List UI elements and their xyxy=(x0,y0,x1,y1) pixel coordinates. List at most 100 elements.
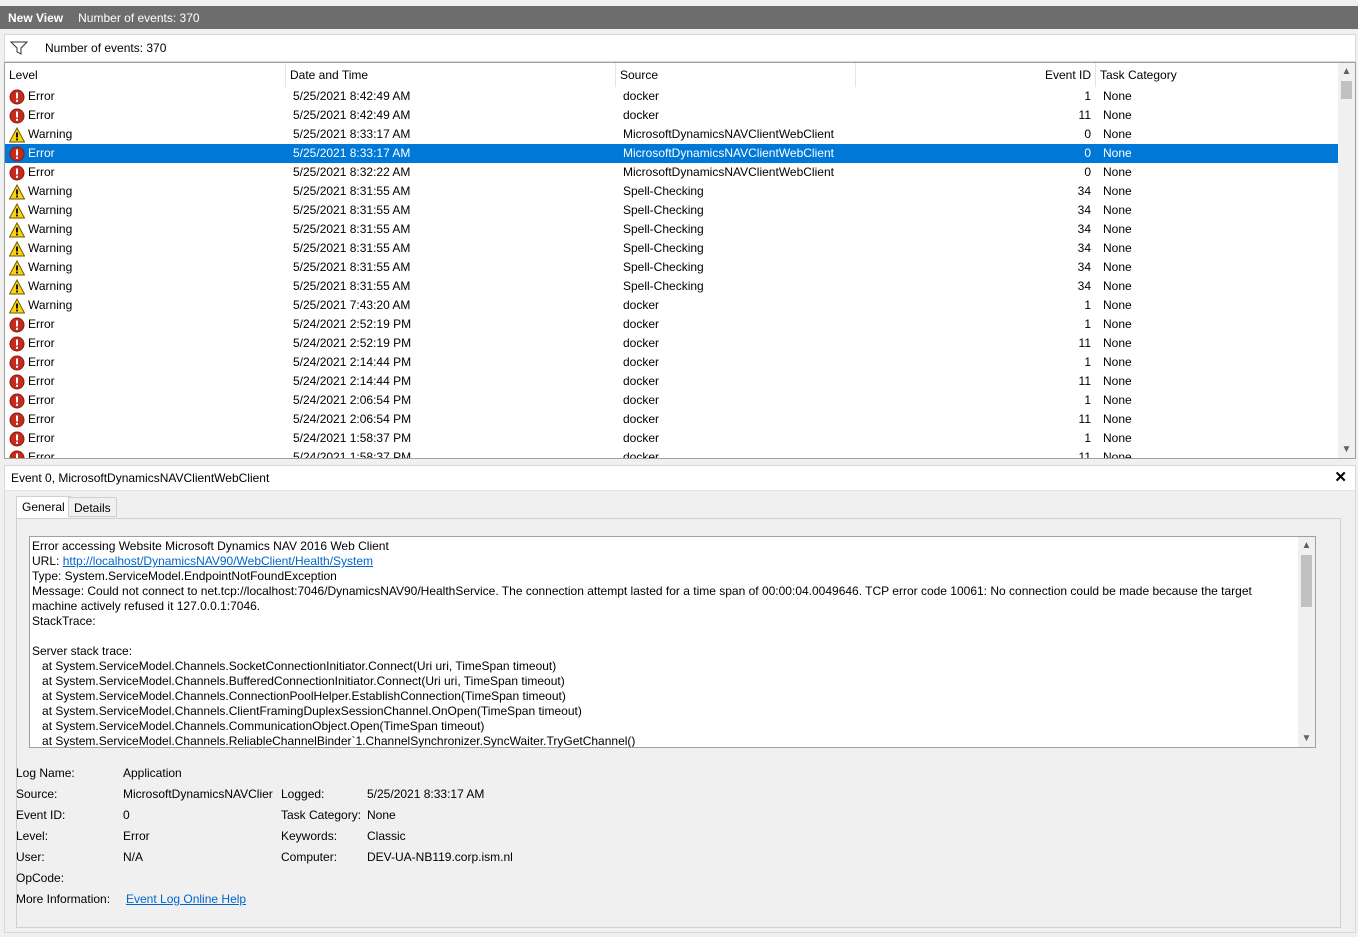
cell-level: Warning xyxy=(9,125,279,144)
cell-date: 5/24/2021 2:06:54 PM xyxy=(293,393,412,407)
cell-source: Spell-Checking xyxy=(623,222,704,236)
cell-level: Error xyxy=(9,163,279,182)
cell-event-id: 1 xyxy=(1084,355,1091,369)
cell-task-category: None xyxy=(1103,241,1132,255)
warning-icon xyxy=(9,202,25,218)
warning-icon xyxy=(9,240,25,256)
cell-event-id: 11 xyxy=(1078,450,1091,459)
scroll-thumb[interactable] xyxy=(1301,555,1312,607)
cell-event-id: 11 xyxy=(1078,108,1091,122)
cell-task-category: None xyxy=(1103,146,1132,160)
table-row[interactable]: Warning 5/25/2021 8:33:17 AM MicrosoftDyna… xyxy=(5,125,1338,144)
events-grid[interactable]: Level Date and Time Source Event ID Task… xyxy=(4,62,1356,459)
table-row[interactable]: Warning 5/25/2021 7:43:20 AM docker 1 None xyxy=(5,296,1338,315)
cell-level-text: Warning xyxy=(28,279,73,293)
filter-icon[interactable] xyxy=(10,41,28,55)
scroll-thumb[interactable] xyxy=(1341,81,1352,99)
cell-event-id: 11 xyxy=(1078,374,1091,388)
table-row[interactable]: Error 5/24/2021 2:06:54 PM docker 11 None xyxy=(5,410,1338,429)
trace-line: at System.ServiceModel.Channels.Buffered… xyxy=(32,674,565,688)
cell-source: MicrosoftDynamicsNAVClientWebClient xyxy=(623,165,834,179)
task-category-value: None xyxy=(367,808,396,822)
error-icon xyxy=(9,146,25,161)
column-header-source[interactable]: Source xyxy=(616,63,856,87)
table-row[interactable]: Error 5/25/2021 8:33:17 AM MicrosoftDynami… xyxy=(5,144,1338,163)
cell-date: 5/25/2021 8:31:55 AM xyxy=(293,222,411,236)
table-row[interactable]: Warning 5/25/2021 8:31:55 AM Spell-Checkin… xyxy=(5,182,1338,201)
scroll-down-icon[interactable]: ▼ xyxy=(1298,730,1315,747)
close-icon[interactable]: ✕ xyxy=(1334,468,1347,486)
column-header-task-category[interactable]: Task Category xyxy=(1096,63,1340,87)
cell-level-text: Error xyxy=(28,374,55,388)
cell-level: Error xyxy=(9,410,279,429)
column-header-task-category-label: Task Category xyxy=(1100,68,1177,82)
cell-date: 5/25/2021 8:31:55 AM xyxy=(293,279,411,293)
cell-task-category: None xyxy=(1103,108,1132,122)
cell-level-text: Error xyxy=(28,355,55,369)
cell-event-id: 0 xyxy=(1084,146,1091,160)
table-row[interactable]: Warning 5/25/2021 8:31:55 AM Spell-Checkin… xyxy=(5,220,1338,239)
cell-event-id: 11 xyxy=(1078,336,1091,350)
cell-source: docker xyxy=(623,355,660,369)
event-message-box[interactable]: Error accessing Website Microsoft Dynami… xyxy=(29,536,1316,748)
table-row[interactable]: Error 5/25/2021 8:42:49 AM docker 1 None xyxy=(5,87,1338,106)
table-row[interactable]: Error 5/24/2021 2:52:19 PM docker 11 None xyxy=(5,334,1338,353)
tab-general[interactable]: General xyxy=(16,496,71,518)
event-log-online-help-text[interactable]: Event Log Online Help xyxy=(126,892,246,906)
cell-date: 5/25/2021 8:32:22 AM xyxy=(293,165,411,179)
message-scrollbar[interactable]: ▲ ▼ xyxy=(1298,537,1315,747)
message-url-line: URL: http://localhost/DynamicsNAV90/WebC… xyxy=(32,554,1297,569)
table-row[interactable]: Error 5/24/2021 2:52:19 PM docker 1 None xyxy=(5,315,1338,334)
source-value: MicrosoftDynamicsNAVClier xyxy=(123,787,273,801)
cell-source: docker xyxy=(623,89,660,103)
grid-scrollbar[interactable]: ▲ ▼ xyxy=(1338,63,1355,458)
url-link[interactable]: http://localhost/DynamicsNAV90/WebClient… xyxy=(63,554,373,568)
scroll-up-icon[interactable]: ▲ xyxy=(1298,537,1315,554)
scroll-up-icon[interactable]: ▲ xyxy=(1338,63,1355,80)
event-log-online-help-link[interactable]: Event Log Online Help xyxy=(126,892,246,906)
table-row[interactable]: Error 5/24/2021 2:06:54 PM docker 1 None xyxy=(5,391,1338,410)
column-header-date[interactable]: Date and Time xyxy=(286,63,616,87)
table-row[interactable]: Warning 5/25/2021 8:31:55 AM Spell-Checkin… xyxy=(5,277,1338,296)
table-row[interactable]: Error 5/24/2021 1:58:37 PM docker 1 None xyxy=(5,429,1338,448)
cell-date: 5/24/2021 2:52:19 PM xyxy=(293,317,412,331)
column-header-event-id[interactable]: Event ID xyxy=(856,63,1096,87)
message-server-trace-label: Server stack trace: xyxy=(32,644,133,658)
event-message-text: Error accessing Website Microsoft Dynami… xyxy=(32,539,1297,747)
column-header-level[interactable]: Level xyxy=(5,63,286,87)
cell-level-text: Warning xyxy=(28,298,73,312)
error-icon xyxy=(9,393,25,408)
cell-task-category: None xyxy=(1103,431,1132,445)
computer-value: DEV-UA-NB119.corp.ism.nl xyxy=(367,850,513,864)
cell-event-id: 34 xyxy=(1077,241,1091,255)
table-row[interactable]: Warning 5/25/2021 8:31:55 AM Spell-Checkin… xyxy=(5,201,1338,220)
cell-level-text: Error xyxy=(28,89,55,103)
cell-task-category: None xyxy=(1103,279,1132,293)
cell-task-category: None xyxy=(1103,165,1132,179)
cell-level: Warning xyxy=(9,296,279,315)
table-row[interactable]: Error 5/25/2021 8:32:22 AM MicrosoftDynami… xyxy=(5,163,1338,182)
table-row[interactable]: Error 5/24/2021 2:14:44 PM docker 11 None xyxy=(5,372,1338,391)
cell-level: Error xyxy=(9,144,279,163)
cell-level-text: Error xyxy=(28,108,55,122)
warning-icon xyxy=(9,183,25,199)
table-row[interactable]: Error 5/25/2021 8:42:49 AM docker 11 None xyxy=(5,106,1338,125)
cell-date: 5/25/2021 8:33:17 AM xyxy=(293,146,411,160)
table-row[interactable]: Warning 5/25/2021 8:31:55 AM Spell-Checkin… xyxy=(5,239,1338,258)
table-row[interactable]: Warning 5/25/2021 8:31:55 AM Spell-Checkin… xyxy=(5,258,1338,277)
cell-task-category: None xyxy=(1103,355,1132,369)
computer-label: Computer: xyxy=(281,850,338,864)
scroll-down-icon[interactable]: ▼ xyxy=(1338,441,1355,458)
cell-event-id: 34 xyxy=(1077,203,1091,217)
cell-task-category: None xyxy=(1103,393,1132,407)
view-title-bar: New View Number of events: 370 xyxy=(0,6,1358,29)
tab-details[interactable]: Details xyxy=(68,497,117,517)
cell-event-id: 1 xyxy=(1084,298,1091,312)
cell-source: docker xyxy=(623,393,660,407)
table-row[interactable]: Error 5/24/2021 1:58:37 PM docker 11 None xyxy=(5,448,1338,459)
table-row[interactable]: Error 5/24/2021 2:14:44 PM docker 1 None xyxy=(5,353,1338,372)
error-icon xyxy=(9,412,25,427)
cell-source: docker xyxy=(623,374,660,388)
cell-level-text: Error xyxy=(28,317,55,331)
